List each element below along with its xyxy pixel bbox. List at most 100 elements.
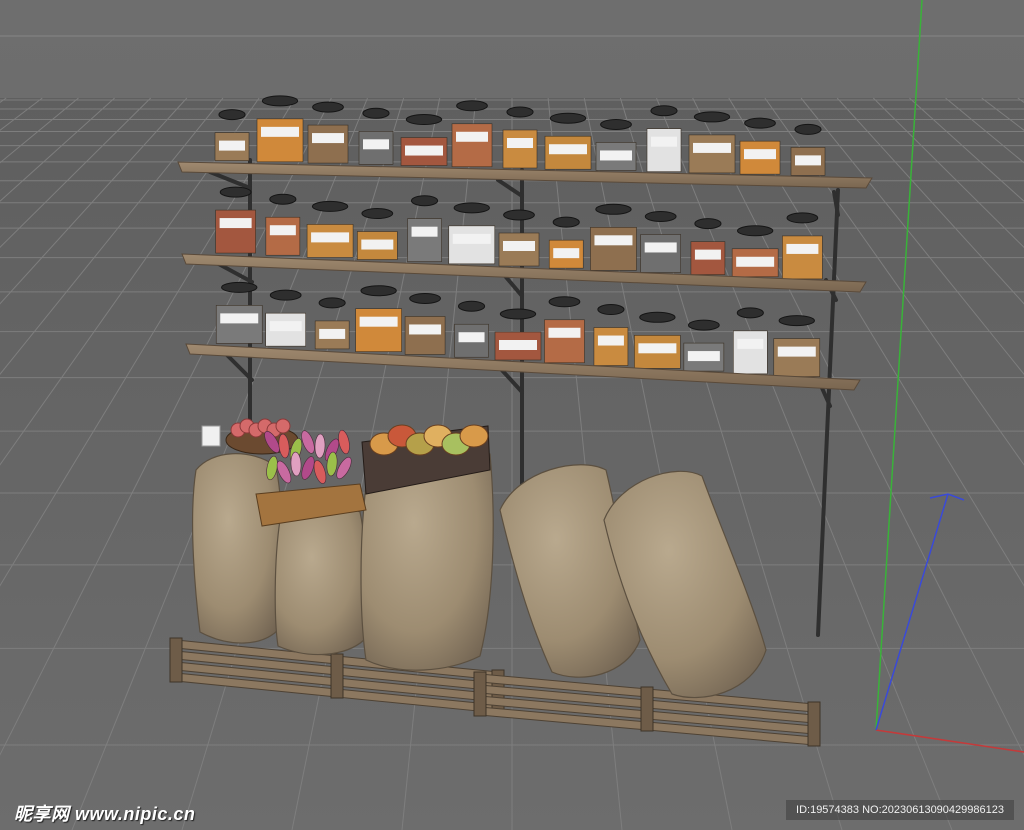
- scene-canvas[interactable]: [0, 0, 1024, 830]
- jar-label: [269, 321, 302, 332]
- 3d-viewport[interactable]: 昵享网 www.nipic.cn ID:19574383 NO:20230613…: [0, 0, 1024, 830]
- jar-label: [786, 243, 819, 254]
- jar-lid: [405, 114, 443, 126]
- jar-label: [311, 232, 350, 243]
- jar-label: [319, 328, 346, 339]
- spice-jar: [307, 124, 349, 164]
- jar-label: [737, 338, 764, 349]
- jar-label: [694, 249, 721, 260]
- jar-lid: [312, 101, 344, 113]
- jar-lid: [361, 208, 394, 220]
- jar-label: [411, 226, 438, 237]
- jar-label: [693, 142, 731, 153]
- jar-lid: [219, 186, 252, 198]
- burlap-sack: [274, 503, 368, 656]
- jar-lid: [362, 107, 390, 119]
- pallet-block: [473, 671, 487, 717]
- jar-label: [795, 155, 821, 166]
- pallet-block: [640, 686, 654, 732]
- jar-lid: [744, 117, 776, 129]
- jar-label: [409, 324, 442, 335]
- jar-lid: [409, 292, 441, 304]
- jar-label: [600, 150, 632, 161]
- jar-label: [507, 138, 533, 148]
- spice-jar: [640, 234, 681, 273]
- jar-lid: [269, 289, 302, 301]
- spice-jar: [502, 129, 538, 169]
- jar-lid: [600, 118, 632, 130]
- jar-lid: [453, 202, 490, 214]
- jar-lid: [552, 216, 580, 228]
- jar-label: [499, 340, 537, 350]
- spice-jar: [782, 235, 823, 280]
- jar-lid: [506, 106, 534, 118]
- jar-lid: [457, 300, 486, 312]
- spice-jar: [688, 134, 736, 174]
- watermark-id: ID:19574383 NO:20230613090429986123: [786, 800, 1014, 820]
- jar-label: [638, 343, 677, 354]
- jar-lid: [261, 95, 299, 107]
- jar-label: [644, 242, 677, 253]
- jar-label: [597, 335, 624, 346]
- jar-lid: [221, 281, 258, 293]
- jar-label: [359, 316, 398, 327]
- pallet-block: [330, 653, 344, 699]
- jar-lid: [786, 212, 819, 224]
- jar-label: [548, 327, 581, 338]
- spice-jar: [590, 227, 637, 271]
- spice-jar: [215, 305, 263, 344]
- spice-jar: [733, 330, 768, 375]
- jar-lid: [456, 100, 488, 112]
- jar-lid: [499, 308, 537, 320]
- jar-lid: [736, 225, 774, 237]
- jar-label: [777, 346, 816, 357]
- spice-jar: [355, 308, 402, 352]
- jar-lid: [410, 195, 439, 207]
- jar-lid: [778, 315, 815, 327]
- jar-label: [736, 256, 775, 267]
- jar-lid: [687, 319, 720, 331]
- pallet-block: [169, 637, 183, 683]
- jar-label: [744, 149, 776, 160]
- jar-lid: [595, 203, 632, 215]
- jar-label: [312, 133, 344, 144]
- jar-label: [269, 225, 296, 236]
- jar-label: [361, 239, 394, 250]
- jar-lid: [311, 200, 349, 212]
- jar-lid: [794, 123, 822, 135]
- jar-label: [219, 218, 252, 229]
- jar-label: [549, 144, 587, 155]
- jar-label: [456, 131, 488, 142]
- watermark-site: 昵享网 www.nipic.cn: [14, 804, 196, 824]
- mango: [459, 424, 489, 448]
- pallet-block: [807, 701, 821, 747]
- jar-lid: [639, 311, 676, 323]
- jar-lid: [318, 297, 346, 309]
- spice-jar: [646, 128, 682, 172]
- spice-jar: [451, 123, 493, 168]
- spice-jar: [215, 209, 256, 254]
- jar-label: [219, 140, 245, 151]
- spice-jar: [448, 225, 496, 265]
- jar-label: [405, 145, 443, 156]
- jar-label: [261, 126, 299, 137]
- jar-label: [594, 235, 633, 246]
- spice-jar: [404, 316, 446, 355]
- jar-lid: [360, 285, 397, 297]
- apple: [275, 418, 291, 434]
- spice-jar: [773, 338, 821, 377]
- jar-lid: [597, 304, 625, 316]
- jar-label: [363, 139, 389, 150]
- jar-lid: [694, 218, 722, 230]
- spice-jar: [265, 216, 301, 256]
- spice-jar: [593, 327, 629, 366]
- jar-lid: [548, 296, 581, 308]
- jar-lid: [549, 112, 587, 124]
- jar-label: [220, 313, 259, 324]
- price-tag: [201, 425, 221, 447]
- jar-label: [687, 351, 720, 362]
- jar-lid: [650, 105, 678, 117]
- spice-jar: [256, 118, 304, 163]
- jar-lid: [693, 111, 731, 123]
- jar-lid: [503, 209, 535, 221]
